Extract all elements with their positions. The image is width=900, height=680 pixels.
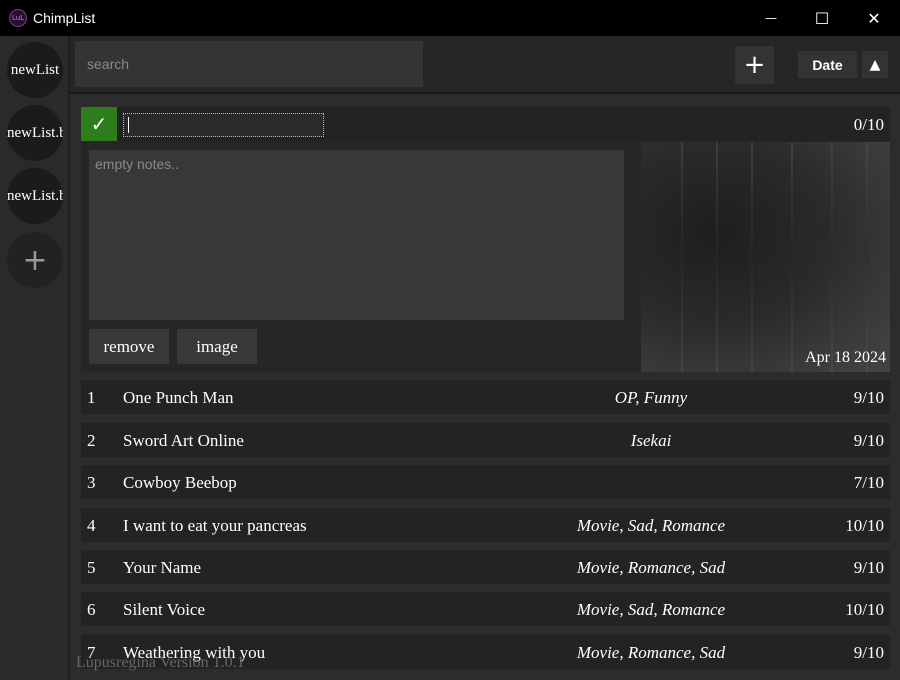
entry-tags: Isekai [630, 431, 672, 450]
title-bar: LuL ChimpList — ☐ ✕ [0, 0, 900, 36]
list-item[interactable]: 1 One Punch Man OP, Funny 9/10 [81, 380, 890, 414]
sort-field-button[interactable]: Date [798, 51, 857, 78]
editor-header: ✓ 0/10 [81, 107, 890, 141]
list-item[interactable]: 6 Silent Voice Movie, Sad, Romance 10/10 [81, 592, 890, 626]
entry-score: 9/10 [853, 388, 884, 407]
entry-name: Sword Art Online [123, 431, 244, 450]
entry-name: Your Name [123, 558, 202, 577]
search-input[interactable] [75, 41, 423, 87]
entry-name: Cowboy Beebop [123, 473, 237, 492]
entry-rank: 1 [87, 388, 96, 407]
entry-score: 7/10 [853, 473, 884, 492]
entry-score: 9/10 [853, 431, 884, 450]
close-button[interactable]: ✕ [849, 0, 899, 36]
entry-tags: Movie, Romance, Sad [576, 643, 726, 662]
close-icon: ✕ [867, 8, 881, 28]
entry-rank: 6 [87, 600, 96, 619]
entry-date: Apr 18 2024 [805, 349, 886, 366]
entry-rank: 2 [87, 431, 96, 450]
image-button[interactable]: image [177, 329, 257, 364]
notes-textarea[interactable] [89, 150, 624, 320]
list-item[interactable]: 2 Sword Art Online Isekai 9/10 [81, 423, 890, 457]
add-entry-button[interactable]: + [735, 46, 774, 84]
list-item[interactable]: 4 I want to eat your pancreas Movie, Sad… [81, 508, 890, 542]
sidebar-list-label: newList.b [7, 187, 63, 204]
entry-rank: 4 [87, 516, 96, 535]
confirm-button[interactable]: ✓ [81, 107, 117, 141]
minimize-button[interactable]: — [746, 0, 796, 36]
entry-name: One Punch Man [123, 388, 234, 407]
remove-button[interactable]: remove [89, 329, 169, 364]
entry-title-input[interactable] [123, 113, 324, 137]
sort-direction-button[interactable]: ▲ [862, 51, 888, 78]
plus-icon: + [22, 242, 48, 278]
entry-name: I want to eat your pancreas [123, 516, 307, 535]
app-logo-icon: LuL [9, 9, 27, 27]
maximize-icon: ☐ [814, 8, 830, 28]
plus-icon: + [743, 50, 766, 80]
version-label: Lupusregina Version 1.0.1 [76, 654, 245, 671]
list-sidebar: newList newList.b newList.b + [0, 36, 70, 680]
triangle-up-icon: ▲ [869, 56, 881, 73]
entry-tags: Movie, Sad, Romance [576, 600, 726, 619]
entry-tags: OP, Funny [614, 388, 688, 407]
minimize-icon: — [765, 11, 777, 25]
entry-score: 10/10 [845, 600, 884, 619]
maximize-button[interactable]: ☐ [797, 0, 847, 36]
entry-score: 9/10 [853, 558, 884, 577]
add-list-button[interactable]: + [7, 232, 63, 288]
checkmark-icon: ✓ [90, 112, 108, 136]
sidebar-list-item[interactable]: newList.b [7, 168, 63, 224]
entry-background-image [641, 142, 890, 372]
entry-editor: ✓ 0/10 remove image Apr 18 2024 [81, 107, 890, 372]
sidebar-list-item[interactable]: newList [7, 42, 63, 98]
toolbar: + Date ▲ [70, 36, 900, 94]
entry-name: Silent Voice [123, 600, 206, 619]
entry-score: 10/10 [845, 516, 884, 535]
sidebar-list-label: newList [10, 61, 60, 78]
window-title: ChimpList [33, 10, 96, 26]
list-item[interactable]: 5 Your Name Movie, Romance, Sad 9/10 [81, 550, 890, 584]
entry-tags: Movie, Romance, Sad [576, 558, 726, 577]
sidebar-list-label: newList.b [7, 124, 63, 141]
entry-list-area: ✓ 0/10 remove image Apr 18 2024 1 One Pu… [70, 94, 900, 680]
entry-tags: Movie, Sad, Romance [576, 516, 726, 535]
entry-rank: 3 [87, 473, 96, 492]
entry-score[interactable]: 0/10 [854, 115, 884, 135]
text-caret [128, 117, 129, 133]
entry-rank: 5 [87, 558, 96, 577]
sidebar-list-item[interactable]: newList.b [7, 105, 63, 161]
entry-score: 9/10 [853, 643, 884, 662]
list-item[interactable]: 3 Cowboy Beebop 7/10 [81, 465, 890, 499]
